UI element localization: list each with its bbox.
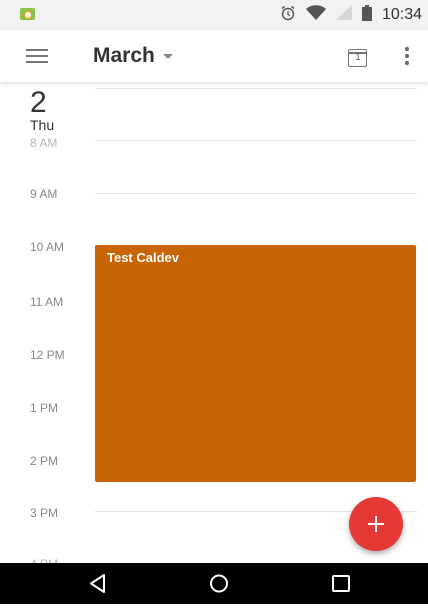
alarm-icon <box>280 5 296 26</box>
menu-icon[interactable] <box>26 49 48 64</box>
status-bar-right: 10:34 <box>280 0 422 30</box>
wifi-icon <box>305 5 326 25</box>
recents-icon[interactable] <box>330 563 352 604</box>
hour-label-12pm: 12 PM <box>30 348 65 362</box>
hour-line <box>95 193 417 194</box>
day-weekday: Thu <box>30 117 55 133</box>
app-notification-icon <box>20 8 35 20</box>
back-icon[interactable] <box>88 563 108 604</box>
month-selector[interactable]: March <box>93 44 173 68</box>
hour-label-11am: 11 AM <box>30 295 64 309</box>
hour-line <box>95 140 417 141</box>
month-title: March <box>93 44 155 67</box>
signal-icon <box>335 5 352 25</box>
add-icon[interactable] <box>349 497 403 551</box>
status-time: 10:34 <box>381 6 422 23</box>
event-block[interactable]: Test Caldev <box>95 245 416 482</box>
hour-label-9am: 9 AM <box>30 187 58 201</box>
hour-label-1pm: 1 PM <box>30 401 59 415</box>
day-number[interactable]: 2 <box>30 88 47 118</box>
overflow-menu-icon[interactable] <box>402 47 412 67</box>
today-badge: 1 <box>355 52 361 63</box>
hour-label-3pm: 3 PM <box>30 506 59 520</box>
status-bar: 10:34 <box>0 0 428 30</box>
all-day-divider <box>95 88 417 89</box>
hour-label-2pm: 2 PM <box>30 454 59 468</box>
home-icon[interactable] <box>207 563 231 604</box>
hour-label-8am: 8 AM <box>30 136 58 150</box>
today-calendar-icon[interactable]: 1 <box>348 46 368 67</box>
battery-icon <box>361 4 372 26</box>
app-bar: March 1 <box>0 30 428 82</box>
navigation-bar <box>0 563 428 604</box>
event-title: Test Caldev <box>107 250 180 265</box>
dropdown-caret-icon <box>162 53 173 59</box>
hour-label-10am: 10 AM <box>30 240 65 254</box>
